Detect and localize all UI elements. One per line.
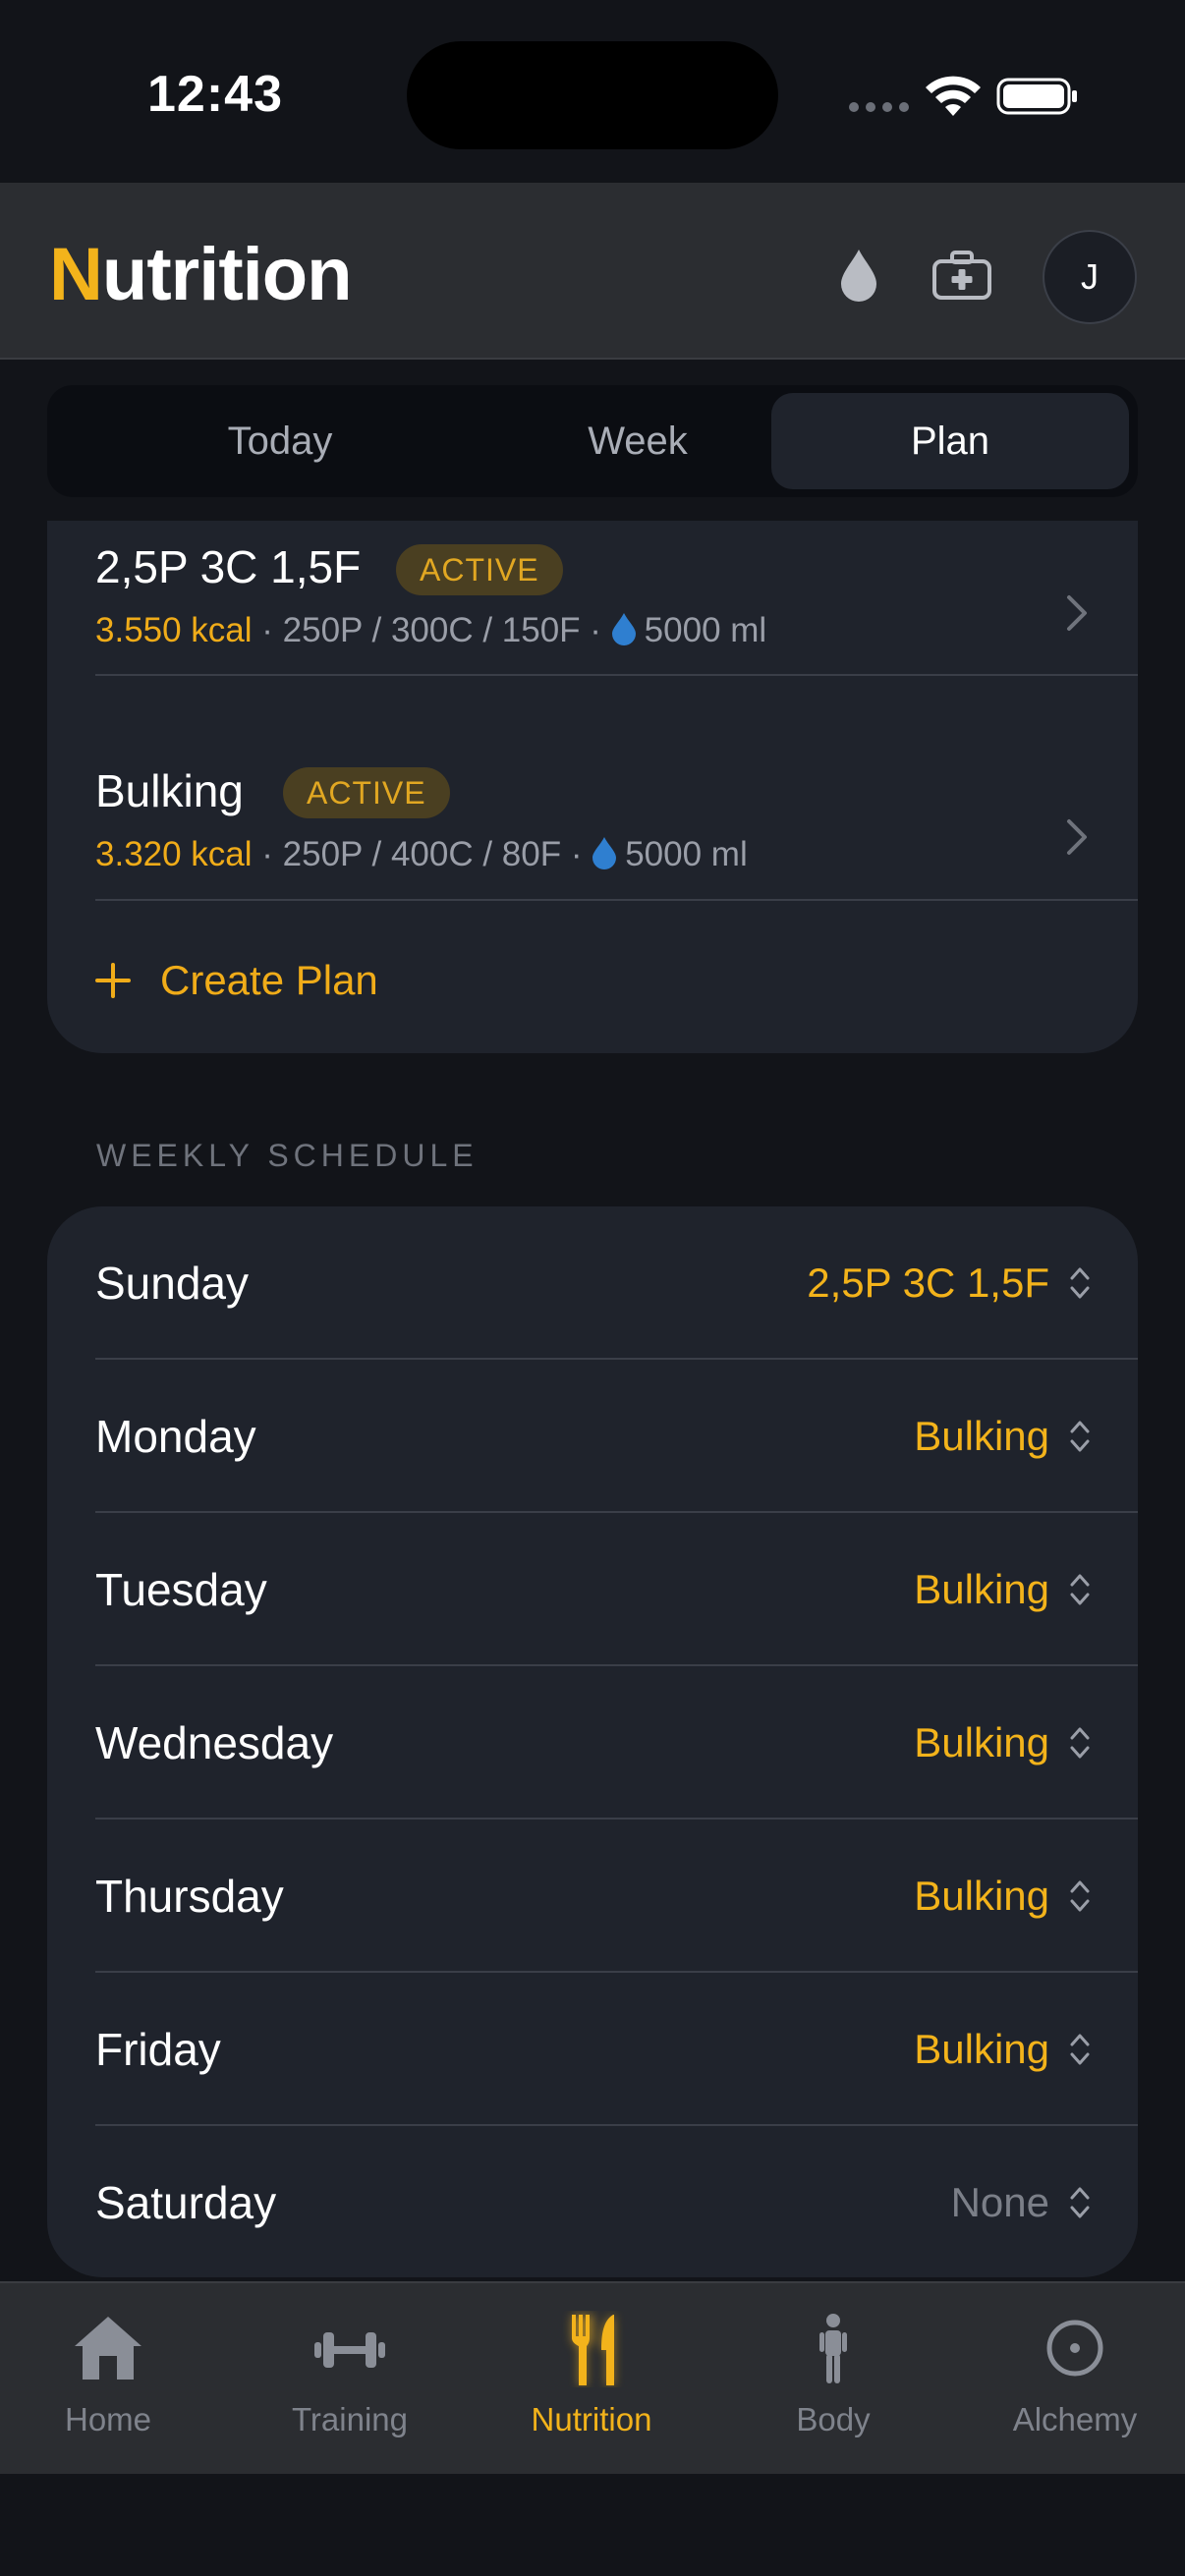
battery-icon bbox=[996, 78, 1077, 115]
tab-label: Alchemy bbox=[1012, 2401, 1138, 2437]
first-aid-kit-icon[interactable] bbox=[931, 250, 992, 301]
water-drop-icon bbox=[611, 613, 636, 645]
divider bbox=[95, 899, 1138, 901]
page-title-rest: utrition bbox=[101, 233, 353, 316]
schedule-row-monday[interactable]: Monday Bulking bbox=[47, 1360, 1138, 1513]
fork-knife-icon bbox=[572, 2315, 614, 2385]
schedule-row-friday[interactable]: Friday Bulking bbox=[47, 1973, 1138, 2126]
tab-week[interactable]: Week bbox=[459, 393, 817, 489]
active-badge: ACTIVE bbox=[283, 767, 450, 818]
tab-label: Nutrition bbox=[531, 2401, 652, 2437]
plans-list: 2,5P 3C 1,5F ACTIVE 3.550 kcal · 250P / … bbox=[47, 521, 1138, 1053]
day-label: Sunday bbox=[95, 1258, 250, 1309]
water-drop-icon[interactable] bbox=[839, 248, 878, 303]
schedule-row-thursday[interactable]: Thursday Bulking bbox=[47, 1820, 1138, 1973]
plan-summary: 3.320 kcal · 250P / 400C / 80F · 5000 ml bbox=[95, 835, 748, 874]
active-badge: ACTIVE bbox=[396, 544, 563, 595]
body-figure-icon bbox=[819, 2314, 847, 2383]
day-label: Thursday bbox=[95, 1871, 284, 1922]
status-time: 12:43 bbox=[147, 66, 283, 123]
chevron-up-down-icon bbox=[1070, 1574, 1090, 1605]
home-indicator-area bbox=[0, 2474, 1185, 2576]
chevron-right-icon bbox=[1067, 819, 1087, 855]
schedule-row-wednesday[interactable]: Wednesday Bulking bbox=[47, 1666, 1138, 1820]
page-title: Nutrition bbox=[49, 232, 353, 317]
plan-kcal: 3.550 kcal bbox=[95, 611, 253, 649]
app-header: Nutrition J bbox=[0, 183, 1185, 360]
tab-body[interactable]: Body bbox=[735, 2311, 931, 2458]
plan-macros: · 250P / 300C / 150F · bbox=[252, 611, 611, 649]
plan-water: 5000 ml bbox=[644, 611, 767, 649]
water-drop-icon bbox=[592, 837, 617, 869]
tab-home[interactable]: Home bbox=[10, 2311, 206, 2458]
tab-plan[interactable]: Plan bbox=[771, 393, 1129, 489]
chevron-right-icon bbox=[1067, 595, 1087, 631]
plan-water: 5000 ml bbox=[625, 835, 748, 873]
bottom-tab-bar: Home Training Nutrition Body Alchemy bbox=[0, 2281, 1185, 2474]
plan-picker-value: None bbox=[950, 2179, 1049, 2225]
plan-picker-value: Bulking bbox=[914, 2026, 1049, 2072]
tab-nutrition[interactable]: Nutrition bbox=[493, 2311, 690, 2458]
create-plan-label: Create Plan bbox=[160, 957, 378, 1003]
plan-picker-value: Bulking bbox=[914, 1719, 1049, 1765]
chevron-up-down-icon bbox=[1070, 1727, 1090, 1759]
tab-label: Body bbox=[796, 2401, 871, 2437]
create-plan-button[interactable]: Create Plan bbox=[95, 951, 378, 1010]
schedule-row-saturday[interactable]: Saturday None bbox=[47, 2126, 1138, 2277]
schedule-row-sunday[interactable]: Sunday 2,5P 3C 1,5F bbox=[47, 1206, 1138, 1360]
day-label: Friday bbox=[95, 2024, 221, 2075]
plan-picker-value: Bulking bbox=[914, 1413, 1049, 1459]
plan-picker-value: Bulking bbox=[914, 1566, 1049, 1612]
schedule-row-tuesday[interactable]: Tuesday Bulking bbox=[47, 1513, 1138, 1666]
day-label: Monday bbox=[95, 1411, 256, 1462]
day-label: Tuesday bbox=[95, 1564, 267, 1615]
tab-label: Home bbox=[64, 2401, 152, 2437]
tab-alchemy[interactable]: Alchemy bbox=[977, 2311, 1173, 2458]
tab-label: Training bbox=[292, 2401, 408, 2437]
view-segmented-control: Today Week Plan bbox=[47, 385, 1138, 497]
tab-training[interactable]: Training bbox=[252, 2311, 448, 2458]
plan-row[interactable]: Bulking ACTIVE 3.320 kcal · 250P / 400C … bbox=[47, 676, 1138, 900]
day-label: Saturday bbox=[95, 2177, 277, 2228]
chevron-up-down-icon bbox=[1070, 1421, 1090, 1452]
page-title-initial: N bbox=[49, 233, 103, 316]
weekly-schedule: Sunday 2,5P 3C 1,5F Monday Bulking Tuesd… bbox=[47, 1206, 1138, 2277]
plan-macros: · 250P / 400C / 80F · bbox=[252, 835, 592, 873]
circle-dot-icon bbox=[1046, 2320, 1103, 2377]
plan-kcal: 3.320 kcal bbox=[95, 835, 253, 873]
plan-picker-value: Bulking bbox=[914, 1873, 1049, 1919]
plan-name: Bulking bbox=[95, 765, 244, 816]
home-icon bbox=[75, 2317, 141, 2380]
section-header: WEEKLY SCHEDULE bbox=[96, 1138, 479, 1173]
chevron-up-down-icon bbox=[1070, 1880, 1090, 1912]
plus-icon bbox=[95, 963, 131, 998]
dumbbell-icon bbox=[314, 2332, 385, 2368]
chevron-up-down-icon bbox=[1070, 2187, 1090, 2218]
day-label: Wednesday bbox=[95, 1717, 334, 1768]
plan-summary: 3.550 kcal · 250P / 300C / 150F · 5000 m… bbox=[95, 611, 766, 650]
dynamic-island bbox=[407, 41, 778, 149]
status-bar: 12:43 bbox=[0, 0, 1185, 183]
wifi-icon bbox=[926, 76, 981, 116]
chevron-up-down-icon bbox=[1070, 1267, 1090, 1299]
avatar[interactable]: J bbox=[1043, 230, 1137, 324]
chevron-up-down-icon bbox=[1070, 2034, 1090, 2065]
tab-today[interactable]: Today bbox=[101, 393, 459, 489]
plan-name: 2,5P 3C 1,5F bbox=[95, 541, 362, 592]
plan-picker-value: 2,5P 3C 1,5F bbox=[807, 1260, 1049, 1306]
cellular-signal-icon bbox=[849, 102, 909, 112]
